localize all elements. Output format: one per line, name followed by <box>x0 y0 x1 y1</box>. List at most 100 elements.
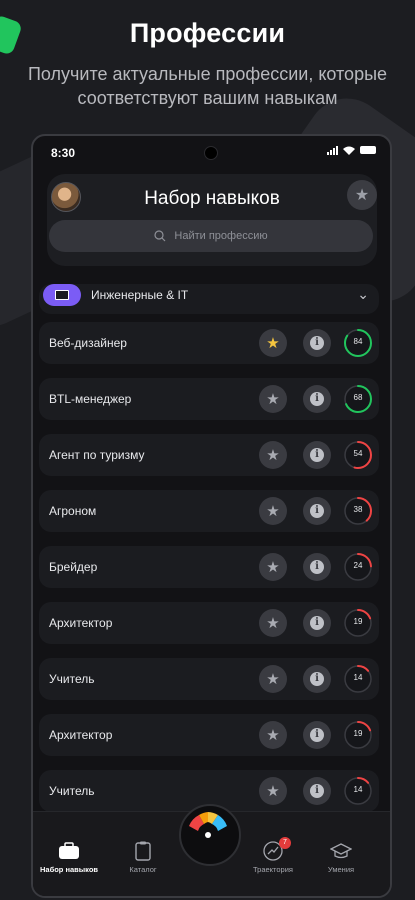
profession-row[interactable]: Архитектор ★ i 19 <box>39 714 379 756</box>
search-placeholder: Найти профессию <box>174 230 268 242</box>
page-title: Набор навыков <box>144 188 280 209</box>
star-icon: ★ <box>266 503 280 520</box>
favorite-button[interactable]: ★ <box>259 665 287 693</box>
match-score: 19 <box>343 720 373 750</box>
profession-row[interactable]: Агроном ★ i 38 <box>39 490 379 532</box>
star-icon: ★ <box>266 671 280 688</box>
match-score-value: 68 <box>353 393 363 402</box>
status-time: 8:30 <box>51 146 76 160</box>
match-score-value: 19 <box>353 617 363 626</box>
phone-frame: 8:30 Набор навыков ★ Найти профессию Инж… <box>31 134 392 898</box>
status-icons <box>327 145 376 155</box>
match-score-value: 14 <box>353 673 363 682</box>
profession-name: Учитель <box>49 672 95 686</box>
info-icon: i <box>310 392 324 406</box>
profession-row[interactable]: BTL-менеджер ★ i 68 <box>39 378 379 420</box>
info-button[interactable]: i <box>303 777 331 805</box>
profession-name: Брейдер <box>49 560 98 574</box>
favorite-button[interactable]: ★ <box>259 721 287 749</box>
info-button[interactable]: i <box>303 553 331 581</box>
promo-subtitle: Получите актуальные профессии, которые с… <box>27 64 388 108</box>
match-score: 24 <box>343 552 373 582</box>
info-button[interactable]: i <box>303 609 331 637</box>
star-icon: ★ <box>266 335 280 352</box>
status-bar: 8:30 <box>33 136 390 168</box>
favorite-button[interactable]: ★ <box>259 553 287 581</box>
match-score: 54 <box>343 440 373 470</box>
info-icon: i <box>310 728 324 742</box>
profession-row[interactable]: Архитектор ★ i 19 <box>39 602 379 644</box>
star-icon: ★ <box>266 391 280 408</box>
nav-catalog[interactable]: Каталог <box>113 841 173 874</box>
profession-name: Учитель <box>49 784 95 798</box>
app-header: Набор навыков ★ Найти профессию <box>47 174 377 266</box>
nav-abilities[interactable]: Умения <box>311 841 371 874</box>
match-score: 38 <box>343 496 373 526</box>
info-button[interactable]: i <box>303 385 331 413</box>
match-score: 68 <box>343 384 373 414</box>
match-score: 14 <box>343 664 373 694</box>
profession-name: Веб-дизайнер <box>49 336 127 350</box>
info-icon: i <box>310 784 324 798</box>
briefcase-icon <box>59 842 79 859</box>
front-camera <box>204 146 218 160</box>
star-icon: ★ <box>266 447 280 464</box>
star-icon: ★ <box>354 187 370 204</box>
match-score-value: 19 <box>353 729 363 738</box>
nav-skills-label: Набор навыков <box>39 865 99 874</box>
signal-icon <box>327 145 338 155</box>
info-button[interactable]: i <box>303 441 331 469</box>
profession-name: BTL-менеджер <box>49 392 132 406</box>
favorite-button[interactable]: ★ <box>259 497 287 525</box>
info-icon: i <box>310 616 324 630</box>
nav-trajectory-label: Траектория <box>253 865 293 874</box>
profession-row[interactable]: Агент по туризму ★ i 54 <box>39 434 379 476</box>
info-button[interactable]: i <box>303 497 331 525</box>
match-score-value: 38 <box>353 505 363 514</box>
profession-row[interactable]: Брейдер ★ i 24 <box>39 546 379 588</box>
gauge-icon <box>189 812 227 838</box>
monitor-icon <box>43 284 81 306</box>
favorites-button[interactable]: ★ <box>347 180 377 210</box>
profession-name: Агроном <box>49 504 97 518</box>
info-icon: i <box>310 336 324 350</box>
match-score: 19 <box>343 608 373 638</box>
favorite-button[interactable]: ★ <box>259 609 287 637</box>
star-icon: ★ <box>266 783 280 800</box>
profession-row[interactable]: Веб-дизайнер ★ i 84 <box>39 322 379 364</box>
graduation-cap-icon <box>330 843 352 859</box>
match-score: 84 <box>343 328 373 358</box>
info-icon: i <box>310 448 324 462</box>
search-input[interactable]: Найти профессию <box>49 220 373 252</box>
info-button[interactable]: i <box>303 665 331 693</box>
bottom-nav: Набор навыков Каталог 7 Траектория Умени… <box>33 804 390 896</box>
profession-name: Архитектор <box>49 616 113 630</box>
profession-row[interactable]: Учитель ★ i 14 <box>39 658 379 700</box>
wifi-icon <box>343 146 355 155</box>
catalog-icon <box>135 841 151 861</box>
star-icon: ★ <box>266 559 280 576</box>
chevron-down-icon: ⌄ <box>357 286 369 302</box>
nav-trajectory[interactable]: 7 Траектория <box>243 837 303 874</box>
info-button[interactable]: i <box>303 721 331 749</box>
profession-name: Агент по туризму <box>49 448 145 462</box>
info-icon: i <box>310 672 324 686</box>
favorite-button[interactable]: ★ <box>259 777 287 805</box>
favorite-button[interactable]: ★ <box>259 441 287 469</box>
info-button[interactable]: i <box>303 329 331 357</box>
match-score-value: 14 <box>353 785 363 794</box>
info-icon: i <box>310 504 324 518</box>
favorite-button[interactable]: ★ <box>259 385 287 413</box>
info-icon: i <box>310 560 324 574</box>
star-icon: ★ <box>266 727 280 744</box>
nav-abilities-label: Умения <box>327 865 355 874</box>
category-dropdown[interactable]: Инженерные & IT ⌄ <box>39 284 379 314</box>
nav-skills[interactable]: Набор навыков <box>39 841 99 874</box>
match-score-value: 84 <box>353 337 363 346</box>
search-icon <box>154 230 166 242</box>
favorite-button[interactable]: ★ <box>259 329 287 357</box>
match-score: 14 <box>343 776 373 806</box>
category-label: Инженерные & IT <box>91 288 189 302</box>
center-action-button[interactable] <box>179 804 241 866</box>
star-icon: ★ <box>266 615 280 632</box>
